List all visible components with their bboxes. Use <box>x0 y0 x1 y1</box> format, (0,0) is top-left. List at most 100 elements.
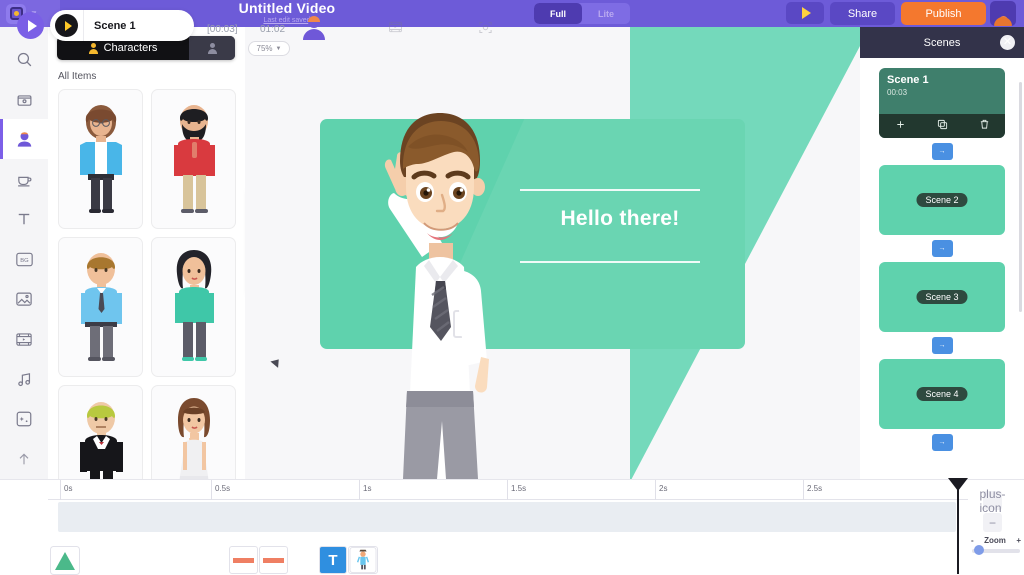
character-icon <box>15 130 34 149</box>
upload-icon <box>16 451 32 467</box>
transition-button-3[interactable]: → <box>931 337 953 354</box>
woman-blue-cardigan-glasses <box>80 105 122 213</box>
mode-switch[interactable]: Full Lite <box>534 3 630 24</box>
sidebar-item-image[interactable] <box>0 279 48 319</box>
sidebar-item-props[interactable] <box>0 159 48 199</box>
tick-label: 0s <box>64 484 73 493</box>
prop-cup-icon <box>16 171 33 188</box>
person-icon <box>88 42 98 54</box>
caret-down-icon: ▼ <box>275 45 282 52</box>
scene-card-2[interactable]: Scene 2 <box>879 165 1005 235</box>
zoom-level-control[interactable]: 75% ▼ <box>248 41 290 56</box>
background-clip[interactable] <box>50 546 80 575</box>
list-item[interactable] <box>151 385 236 479</box>
transition-button-1[interactable]: → <box>931 143 953 160</box>
slide-text[interactable]: Hello there! <box>520 207 720 231</box>
timeline-track-background[interactable] <box>58 502 956 532</box>
scenes-title: Scenes <box>923 36 961 49</box>
playhead[interactable] <box>948 478 968 574</box>
divider-bottom <box>520 261 700 263</box>
man-red-sweater-beard <box>174 105 215 213</box>
scenes-panel: Scenes ✕ Scene 1 00:03 → Scene 2 → Scene… <box>860 27 1024 479</box>
duplicate-icon[interactable] <box>937 117 948 135</box>
sidebar-item-upload[interactable] <box>0 439 48 479</box>
svg-text:BG: BG <box>20 258 29 264</box>
list-item[interactable] <box>58 89 143 229</box>
scene-name: Scene 3 <box>916 290 968 304</box>
text-icon <box>15 210 33 228</box>
current-time: [00:03] <box>207 24 238 35</box>
zoom-minus-label[interactable]: - <box>971 536 974 545</box>
add-track-button[interactable] <box>983 491 1002 510</box>
clapperboard-icon <box>16 91 33 108</box>
music-icon <box>16 371 33 388</box>
app-root: ▼ Untitled Video Last edit saved Full Li… <box>0 0 1024 575</box>
preview-button[interactable] <box>786 2 824 24</box>
image-icon <box>15 291 33 308</box>
tab-lite[interactable]: Lite <box>582 3 630 24</box>
page-title: Untitled Video <box>238 0 336 16</box>
scene-play-icon[interactable] <box>55 14 78 37</box>
plus-icon[interactable] <box>895 117 906 135</box>
current-scene-chip[interactable]: Scene 1 <box>50 10 194 41</box>
scene-name: Scene 2 <box>916 193 968 207</box>
current-scene-label: Scene 1 <box>94 19 136 32</box>
tab-my-characters[interactable] <box>189 36 235 60</box>
transition-button-4[interactable]: → <box>931 434 953 451</box>
character-clip[interactable] <box>348 546 378 574</box>
user-avatar-icon[interactable] <box>990 1 1016 26</box>
character-grid <box>58 89 236 479</box>
list-item[interactable] <box>151 237 236 377</box>
woman-teal-top-curly-hair <box>175 250 214 361</box>
tab-full[interactable]: Full <box>534 3 582 24</box>
tick-label: 1.5s <box>511 484 527 493</box>
video-icon[interactable] <box>388 20 403 39</box>
text-clip[interactable]: T <box>319 546 347 574</box>
total-time: 01:02 <box>260 24 286 35</box>
zoom-label: Zoom <box>984 535 1006 545</box>
line-clip-1[interactable] <box>229 546 258 574</box>
sidebar-item-background[interactable]: BG <box>0 239 48 279</box>
scene-card-3[interactable]: Scene 3 <box>879 262 1005 332</box>
timeline: 0s 0.5s 1s 1.5s 2s 2.5s <box>0 478 1024 575</box>
sidebar-item-search[interactable] <box>0 39 48 79</box>
scene-card-1[interactable]: Scene 1 00:03 <box>879 68 1005 138</box>
timeline-ruler[interactable]: 0s 0.5s 1s 1.5s 2s 2.5s <box>48 480 968 500</box>
focus-icon[interactable] <box>478 20 493 40</box>
timeline-zoom-out-button[interactable]: − <box>983 513 1002 532</box>
panel-section-label: All Items <box>58 71 97 82</box>
scene-card-4[interactable]: Scene 4 <box>879 359 1005 429</box>
woman-white-dress-brown-hair <box>178 398 210 479</box>
sidebar-item-music[interactable] <box>0 359 48 399</box>
zoom-plus-label[interactable]: + <box>1016 536 1021 545</box>
transition-button-2[interactable]: → <box>931 240 953 257</box>
character-icon[interactable] <box>302 16 326 40</box>
asset-panel: Characters All Items <box>48 27 289 479</box>
list-item[interactable] <box>151 89 236 229</box>
search-icon <box>16 51 33 68</box>
scenes-scrollbar[interactable] <box>1019 82 1022 312</box>
close-icon[interactable]: ✕ <box>1000 35 1015 50</box>
trash-icon[interactable] <box>979 117 990 135</box>
publish-button[interactable]: Publish <box>901 2 986 25</box>
sidebar-item-video[interactable] <box>0 319 48 359</box>
divider <box>83 10 84 41</box>
tool-rail: BG <box>0 27 48 479</box>
list-item[interactable] <box>58 385 143 479</box>
background-bg-icon: BG <box>15 251 34 268</box>
share-button[interactable]: Share <box>830 2 895 25</box>
sidebar-item-characters[interactable] <box>0 119 48 159</box>
scenes-header: Scenes ✕ <box>860 27 1024 58</box>
scene-duration: 00:03 <box>887 88 908 97</box>
divider-top <box>520 189 700 191</box>
play-button[interactable] <box>17 12 44 39</box>
timeline-zoom-slider-knob[interactable] <box>974 545 984 555</box>
sidebar-item-effects[interactable] <box>0 399 48 439</box>
line-clip-2[interactable] <box>259 546 288 574</box>
tick-label: 2s <box>659 484 668 493</box>
sidebar-item-scenes[interactable] <box>0 79 48 119</box>
tick-label: 1s <box>363 484 372 493</box>
list-item[interactable] <box>58 237 143 377</box>
tick-label: 2.5s <box>807 484 823 493</box>
sidebar-item-text[interactable] <box>0 199 48 239</box>
